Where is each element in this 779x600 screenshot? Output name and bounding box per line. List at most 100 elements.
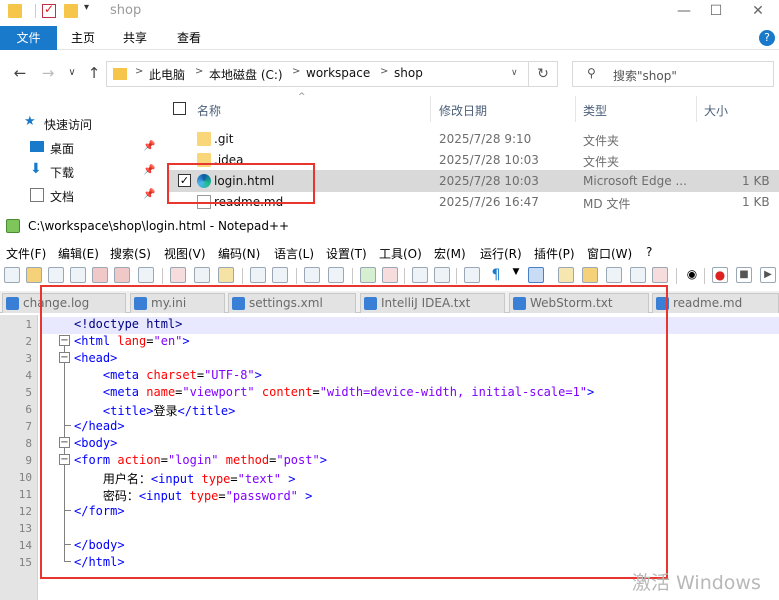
menu-edit[interactable]: 编辑(E)	[58, 245, 99, 262]
code-line[interactable]: 密码：<input type="password" >	[74, 487, 312, 504]
column-header-date[interactable]: 修改日期	[439, 102, 487, 119]
column-header-size[interactable]: 大小	[704, 102, 728, 119]
tab-home[interactable]: 主页	[62, 26, 104, 50]
file-row-idea[interactable]: .idea 2025/7/28 10:03 文件夹	[168, 149, 779, 171]
open-file-icon[interactable]	[26, 267, 42, 283]
zoom-in-icon[interactable]	[360, 267, 376, 283]
menu-plugins[interactable]: 插件(P)	[534, 245, 575, 262]
tab-view[interactable]: 查看	[168, 26, 210, 50]
user-defined-language-icon[interactable]	[558, 267, 574, 283]
stop-macro-icon[interactable]: ■	[736, 267, 752, 283]
print-icon[interactable]	[138, 267, 154, 283]
pin-icon[interactable]: 📌	[143, 189, 155, 200]
code-line[interactable]: <form action="login" method="post">	[74, 453, 327, 470]
sync-vertical-icon[interactable]	[412, 267, 428, 283]
fold-toggle-html[interactable]: −	[59, 332, 71, 349]
tab-webstorm-txt[interactable]: WebStorm.txt	[509, 293, 649, 313]
folder-as-workspace-icon[interactable]	[630, 267, 646, 283]
code-line[interactable]: <meta charset="UTF-8">	[74, 368, 262, 385]
tab-readme-md[interactable]: readme.md	[652, 293, 779, 313]
menu-run[interactable]: 运行(R)	[480, 245, 522, 262]
maximize-button[interactable]: ☐	[696, 0, 736, 22]
fold-collapse-icon[interactable]: −	[59, 352, 70, 363]
find-icon[interactable]	[304, 267, 320, 283]
chevron-right-icon[interactable]: >	[195, 66, 203, 77]
select-all-checkbox[interactable]	[173, 102, 186, 115]
code-line[interactable]: <meta name="viewport" content="width=dev…	[74, 385, 594, 402]
column-header-name[interactable]: 名称	[197, 102, 221, 119]
undo-icon[interactable]	[250, 267, 266, 283]
copy-icon[interactable]	[194, 267, 210, 283]
sync-horizontal-icon[interactable]	[434, 267, 450, 283]
paste-icon[interactable]	[218, 267, 234, 283]
menu-language[interactable]: 语言(L)	[274, 245, 314, 262]
code-line[interactable]: </head>	[74, 419, 125, 436]
code-line[interactable]: <html lang="en">	[74, 334, 190, 351]
save-all-icon[interactable]	[70, 267, 86, 283]
save-icon[interactable]	[48, 267, 64, 283]
chevron-down-icon[interactable]: ∨	[511, 68, 518, 78]
fold-toggle-head[interactable]: −	[59, 349, 71, 366]
close-all-icon[interactable]	[114, 267, 130, 283]
breadcrumb-workspace[interactable]: workspace	[306, 66, 370, 80]
column-header-type[interactable]: 类型	[583, 102, 607, 119]
tab-share[interactable]: 共享	[114, 26, 156, 50]
code-line[interactable]: <body>	[74, 436, 117, 453]
close-file-icon[interactable]	[92, 267, 108, 283]
eye-icon[interactable]: ◉	[684, 267, 700, 283]
column-divider[interactable]	[696, 96, 697, 122]
pin-icon[interactable]: 📌	[143, 165, 155, 176]
tab-my-ini[interactable]: my.ini	[130, 293, 225, 313]
menu-tools[interactable]: 工具(O)	[379, 245, 422, 262]
pin-icon[interactable]: 📌	[143, 141, 155, 152]
tab-file[interactable]: 文件	[0, 26, 57, 50]
menu-file[interactable]: 文件(F)	[6, 245, 46, 262]
code-line[interactable]: 用户名：<input type="text" >	[74, 470, 296, 487]
cut-icon[interactable]	[170, 267, 186, 283]
chevron-down-icon[interactable]: ▼	[508, 267, 524, 283]
show-all-characters-icon[interactable]: ¶	[488, 267, 504, 283]
code-line[interactable]: <title>登录</title>	[74, 402, 235, 419]
help-icon[interactable]: ?	[759, 30, 775, 46]
indent-guide-icon[interactable]	[528, 267, 544, 283]
column-divider[interactable]	[575, 96, 576, 122]
code-line[interactable]: <!doctype html>	[40, 317, 779, 334]
chevron-right-icon[interactable]: >	[292, 66, 300, 77]
menu-search[interactable]: 搜索(S)	[110, 245, 151, 262]
new-file-icon[interactable]	[4, 267, 20, 283]
refresh-button[interactable]: ↻	[528, 61, 558, 87]
address-bar[interactable]: > 此电脑 > 本地磁盘 (C:) > workspace > shop ∨	[106, 61, 558, 87]
play-macro-icon[interactable]: ▶	[760, 267, 776, 283]
document-map-icon[interactable]	[582, 267, 598, 283]
recent-locations-icon[interactable]: ∨	[62, 63, 82, 83]
tab-intellij-idea-txt[interactable]: IntelliJ IDEA.txt	[360, 293, 505, 313]
menu-encoding[interactable]: 编码(N)	[218, 245, 260, 262]
record-macro-icon[interactable]: ●	[712, 267, 728, 283]
fold-toggle-form[interactable]: −	[59, 451, 71, 468]
close-button[interactable]: ✕	[738, 0, 778, 22]
file-row-git[interactable]: .git 2025/7/28 9:10 文件夹	[168, 128, 779, 150]
menu-help[interactable]: ?	[646, 245, 652, 259]
menu-settings[interactable]: 设置(T)	[326, 245, 367, 262]
code-line[interactable]: </html>	[74, 555, 125, 572]
code-line[interactable]: </form>	[74, 504, 125, 521]
breadcrumb-shop[interactable]: shop	[394, 66, 423, 80]
breadcrumb-local-disk[interactable]: 本地磁盘 (C:)	[209, 66, 283, 83]
function-list-icon[interactable]	[606, 267, 622, 283]
word-wrap-icon[interactable]	[464, 267, 480, 283]
forward-icon[interactable]: →	[38, 63, 58, 83]
column-divider[interactable]	[430, 96, 431, 122]
menu-macro[interactable]: 宏(M)	[434, 245, 466, 262]
redo-icon[interactable]	[272, 267, 288, 283]
row-checkbox[interactable]: ✓	[178, 174, 191, 187]
customize-quick-access-icon[interactable]: ▾	[84, 2, 89, 13]
menu-view[interactable]: 视图(V)	[164, 245, 206, 262]
fold-toggle-body[interactable]: −	[59, 434, 71, 451]
new-folder-icon[interactable]	[64, 4, 78, 18]
zoom-out-icon[interactable]	[382, 267, 398, 283]
tab-change-log[interactable]: change.log	[2, 293, 126, 313]
chevron-right-icon[interactable]: >	[380, 66, 388, 77]
breadcrumb-this-pc[interactable]: 此电脑	[149, 66, 185, 83]
search-input[interactable]: ⚲ 搜索"shop"	[572, 61, 774, 87]
code-line[interactable]: <head>	[74, 351, 117, 368]
